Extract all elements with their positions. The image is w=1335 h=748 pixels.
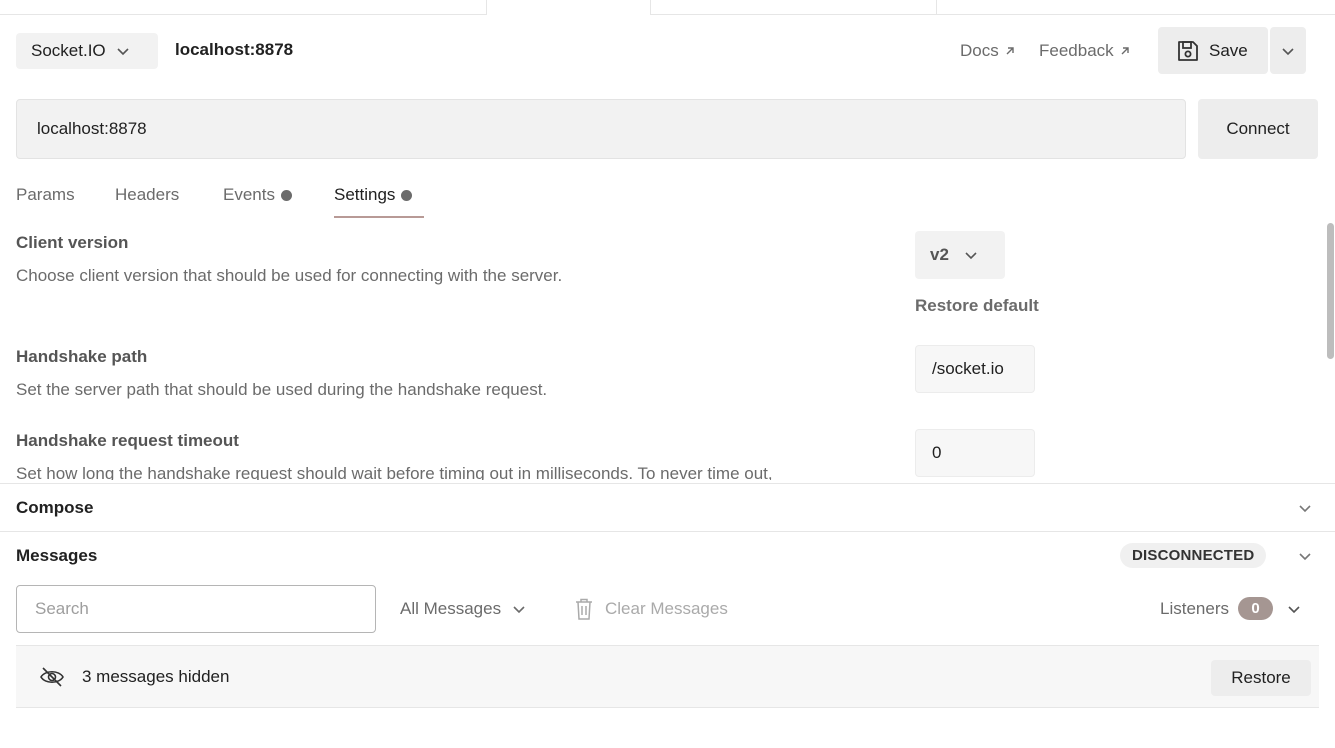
listeners-count-badge: 0 [1237,597,1273,620]
clear-messages-button[interactable]: Clear Messages [573,597,728,621]
filter-label: All Messages [400,599,502,618]
handshake-timeout-input[interactable]: 0 [915,429,1035,477]
save-label: Save [1209,40,1248,60]
request-name[interactable]: localhost:8878 [175,40,293,60]
docs-label: Docs [960,41,999,60]
eye-off-icon [40,667,64,687]
clear-messages-label: Clear Messages [605,599,728,618]
listeners-label: Listeners [1160,598,1229,618]
tab-label: Events [223,185,275,204]
hidden-messages-row: 3 messages hidden Restore [16,645,1319,708]
modified-dot-icon [401,189,413,201]
chevron-down-icon [1299,553,1311,561]
docs-link[interactable]: Docs [960,41,1016,61]
client-version-description: Choose client version that should be use… [16,266,563,285]
tab-label: Params [16,185,75,204]
tab-strip-divider [936,0,937,15]
tab-headers[interactable]: Headers [115,185,179,205]
settings-panel: Client version Choose client version tha… [0,225,1320,480]
modified-dot-icon [280,189,292,201]
chevron-down-icon [513,606,525,614]
top-tab-strip [0,0,1335,15]
handshake-timeout-description: Set how long the handshake request shoul… [16,464,773,480]
hidden-messages-text: 3 messages hidden [82,667,230,686]
chevron-down-icon [965,252,977,260]
chevron-down-icon [1282,47,1294,55]
chevron-down-icon [117,48,129,56]
tab-strip-segment [651,0,1335,15]
floppy-disk-icon [1178,40,1198,61]
external-link-icon [1121,47,1129,55]
tab-label: Settings [334,185,396,204]
chevron-down-icon [1299,505,1311,513]
handshake-timeout-title: Handshake request timeout [16,431,239,450]
messages-search-input[interactable] [16,585,376,633]
chevron-down-icon [1288,605,1300,613]
tab-settings[interactable]: Settings [334,185,413,205]
feedback-link[interactable]: Feedback [1039,41,1131,61]
client-version-value: v2 [930,245,949,264]
protocol-select[interactable]: Socket.IO [16,33,158,69]
listeners-toggle[interactable]: Listeners 0 [1160,597,1301,620]
tab-strip-divider [486,0,487,15]
tab-label: Headers [115,185,180,204]
client-version-title: Client version [16,233,129,252]
tab-strip-segment [0,0,486,15]
connect-button[interactable]: Connect [1198,99,1318,159]
handshake-path-input[interactable]: /socket.io [915,345,1035,393]
messages-title: Messages [16,546,98,565]
save-button[interactable]: Save [1158,27,1268,74]
save-options-button[interactable] [1270,27,1306,74]
handshake-path-title: Handshake path [16,347,148,366]
compose-section-header[interactable]: Compose [0,483,1335,531]
messages-filter-select[interactable]: All Messages [400,599,526,619]
connection-status-badge: DISCONNECTED [1120,543,1267,568]
restore-messages-button[interactable]: Restore [1211,660,1311,696]
compose-title: Compose [16,498,94,517]
tab-params[interactable]: Params [16,185,75,205]
feedback-label: Feedback [1039,41,1114,60]
client-version-select[interactable]: v2 [915,231,1005,279]
trash-icon [576,598,592,620]
url-input[interactable]: localhost:8878 [16,99,1186,159]
protocol-label: Socket.IO [31,41,106,60]
tab-events[interactable]: Events [223,185,292,205]
restore-default-button[interactable]: Restore default [915,296,1039,316]
handshake-path-description: Set the server path that should be used … [16,380,548,399]
active-tab-indicator [334,216,424,218]
external-link-icon [1006,47,1014,55]
settings-scrollbar[interactable] [1327,223,1334,359]
